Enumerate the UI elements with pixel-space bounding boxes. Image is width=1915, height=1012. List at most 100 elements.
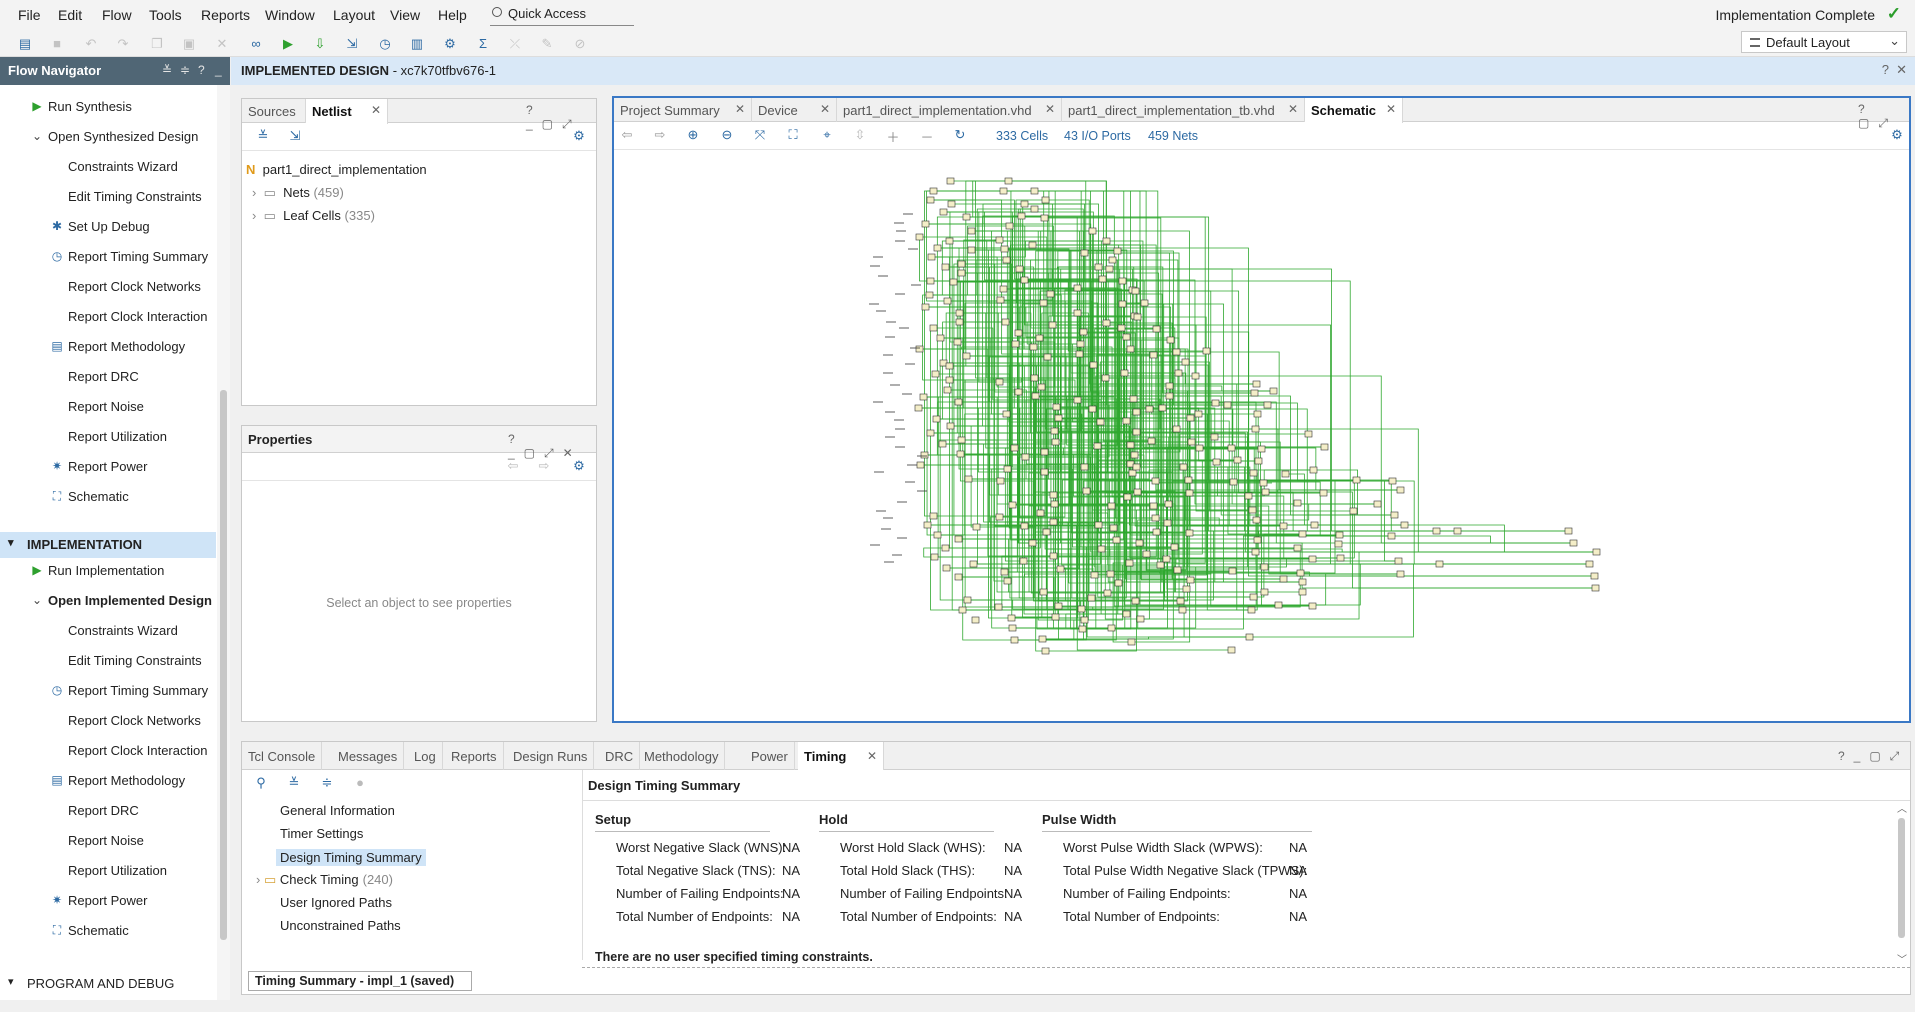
implementation-item[interactable]: ▤ Report Methodology: [51, 773, 185, 788]
scrollbar-thumb[interactable]: [220, 390, 227, 940]
implementation-item[interactable]: ⌄ Open Implemented Design: [32, 593, 212, 608]
nets-node[interactable]: › ▭ Nets (459): [252, 185, 344, 201]
close-icon[interactable]: ✕: [1045, 102, 1055, 116]
undo-icon[interactable]: ↶: [82, 35, 100, 53]
timing-tree-item[interactable]: Unconstrained Paths: [280, 918, 401, 933]
menu-tools[interactable]: Tools: [149, 7, 182, 23]
synthesis-item[interactable]: Report DRC: [68, 369, 139, 384]
synthesis-item[interactable]: Constraints Wizard: [68, 159, 178, 174]
menu-layout[interactable]: Layout: [333, 7, 375, 23]
timing-tree-item[interactable]: Design Timing Summary: [276, 849, 426, 866]
expand-all-icon[interactable]: ⇲: [286, 128, 304, 144]
zoom-area-icon[interactable]: ⛶: [784, 127, 802, 143]
ports-link[interactable]: 43 I/O Ports: [1064, 129, 1131, 143]
close-icon[interactable]: ✕: [820, 102, 830, 116]
menu-view[interactable]: View: [390, 7, 420, 23]
implementation-item[interactable]: Constraints Wizard: [68, 623, 178, 638]
synthesis-item[interactable]: ✷ Report Power: [52, 459, 148, 474]
edit-icon[interactable]: ✎: [538, 35, 556, 53]
synthesis-item[interactable]: ▶ Run Synthesis: [32, 99, 131, 114]
cancel-icon[interactable]: ⊘: [571, 35, 589, 53]
zoom-in-icon[interactable]: ⊕: [684, 127, 702, 143]
gear-icon[interactable]: ⚙: [1888, 127, 1906, 143]
timer-icon[interactable]: ◷: [376, 35, 394, 53]
tab-schematic[interactable]: Schematic ✕: [1305, 98, 1403, 123]
tab-tcl-console[interactable]: Tcl Console: [242, 742, 323, 770]
timing-tree-item[interactable]: User Ignored Paths: [280, 895, 392, 910]
menu-reports[interactable]: Reports: [201, 7, 250, 23]
unplace-icon[interactable]: ⤫: [506, 35, 524, 53]
forward-icon[interactable]: ⇨: [535, 458, 553, 474]
synthesis-item[interactable]: ⌄ Open Synthesized Design: [32, 129, 198, 144]
implementation-item[interactable]: ▶ Run Implementation: [32, 563, 164, 578]
leaf-cells-node[interactable]: › ▭ Leaf Cells (335): [252, 208, 375, 224]
sigma-icon[interactable]: Σ: [474, 35, 492, 53]
implementation-item[interactable]: Report Clock Interaction: [68, 743, 207, 758]
close-icon[interactable]: ✕: [1386, 102, 1396, 116]
timing-scrollbar[interactable]: ︿ ﹀: [1896, 800, 1908, 966]
collapse-all-icon[interactable]: ≚: [254, 128, 272, 144]
splitter[interactable]: [582, 770, 583, 960]
scrollbar-thumb[interactable]: [1898, 818, 1905, 938]
search-icon[interactable]: ⚲: [252, 775, 270, 791]
zoom-out-icon[interactable]: ⊖: [718, 127, 736, 143]
tab-messages[interactable]: Messages: [332, 742, 405, 770]
chevron-down-icon[interactable]: ﹀: [1897, 951, 1907, 966]
synthesis-item[interactable]: Report Clock Networks: [68, 279, 201, 294]
menu-window[interactable]: Window: [265, 7, 315, 23]
menu-flow[interactable]: Flow: [102, 7, 132, 23]
expand-icon[interactable]: ＋: [884, 127, 902, 146]
timing-tree-item[interactable]: General Information: [280, 803, 395, 818]
tab-device[interactable]: Device ✕: [752, 98, 837, 122]
minimize-icon[interactable]: _: [215, 63, 222, 77]
synthesis-item[interactable]: ◷ Report Timing Summary: [52, 249, 208, 264]
timing-tree-item[interactable]: Timer Settings: [280, 826, 363, 841]
back-icon[interactable]: ⇦: [504, 458, 522, 474]
gear-icon[interactable]: ⚙: [570, 128, 588, 144]
tab-drc[interactable]: DRC: [599, 742, 641, 770]
chevron-up-icon[interactable]: ︿: [1897, 800, 1907, 815]
tab-netlist[interactable]: Netlist ✕: [306, 99, 388, 124]
tab-reports[interactable]: Reports: [445, 742, 504, 770]
run-icon[interactable]: ▶: [279, 35, 297, 53]
synthesis-item[interactable]: ⛶ Schematic: [53, 489, 129, 504]
target-icon[interactable]: ⌖: [818, 127, 836, 143]
tab-methodology[interactable]: Methodology: [638, 742, 726, 770]
back-icon[interactable]: ⇦: [618, 127, 636, 143]
menu-help[interactable]: Help: [438, 7, 467, 23]
close-icon[interactable]: ✕: [867, 749, 877, 763]
save-icon[interactable]: ■: [48, 35, 66, 53]
paste-icon[interactable]: ▣: [180, 35, 198, 53]
netlist-root[interactable]: N part1_direct_implementation: [246, 162, 427, 177]
fit-icon[interactable]: ⤧: [751, 127, 769, 143]
synthesis-item[interactable]: ▤ Report Methodology: [51, 339, 185, 354]
program-icon[interactable]: ⇲: [343, 35, 361, 53]
gear-icon[interactable]: ⚙: [570, 458, 588, 474]
regenerate-icon[interactable]: ⇳: [851, 127, 869, 143]
tab-timing[interactable]: Timing ✕: [798, 742, 884, 770]
delete-icon[interactable]: ✕: [213, 35, 231, 53]
synthesis-item[interactable]: Report Utilization: [68, 429, 167, 444]
synthesis-item[interactable]: Report Clock Interaction: [68, 309, 207, 324]
synthesis-item[interactable]: Edit Timing Constraints: [68, 189, 202, 204]
redo-icon[interactable]: ↷: [114, 35, 132, 53]
close-icon[interactable]: ✕: [1896, 62, 1907, 78]
timing-tree-item[interactable]: › ▭ Check Timing (240): [256, 872, 393, 888]
synthesis-item[interactable]: Report Noise: [68, 399, 144, 414]
cells-link[interactable]: 333 Cells: [996, 129, 1048, 143]
layout-select[interactable]: Default Layout ⌄: [1741, 31, 1907, 53]
nets-link[interactable]: 459 Nets: [1148, 129, 1198, 143]
section-program-debug[interactable]: ▾ PROGRAM AND DEBUG: [0, 971, 216, 997]
tab-design-runs[interactable]: Design Runs: [507, 742, 595, 770]
timing-summary-tab[interactable]: Timing Summary - impl_1 (saved): [248, 971, 472, 991]
implementation-item[interactable]: ⛶ Schematic: [53, 923, 129, 938]
tab-power[interactable]: Power: [745, 742, 795, 770]
implementation-item[interactable]: Report Clock Networks: [68, 713, 201, 728]
collapse-all-icon[interactable]: ≚: [162, 63, 172, 77]
expand-all-icon[interactable]: ≑: [318, 775, 336, 791]
close-icon[interactable]: ✕: [735, 102, 745, 116]
flow-navigator-scrollbar[interactable]: [217, 85, 230, 1000]
step-icon[interactable]: ⇩: [311, 35, 329, 53]
binoculars-icon[interactable]: ∞: [247, 35, 265, 53]
tab-vhd[interactable]: part1_direct_implementation.vhd ✕: [837, 98, 1062, 122]
